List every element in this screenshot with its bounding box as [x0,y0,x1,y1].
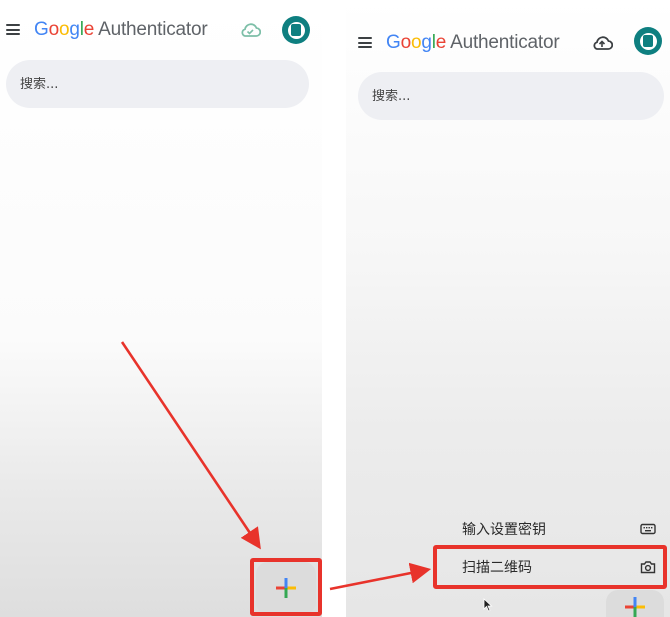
annotation-arrows [120,341,432,591]
arrow-to-scan-qr [329,562,432,591]
arrow-to-fab [120,341,261,550]
